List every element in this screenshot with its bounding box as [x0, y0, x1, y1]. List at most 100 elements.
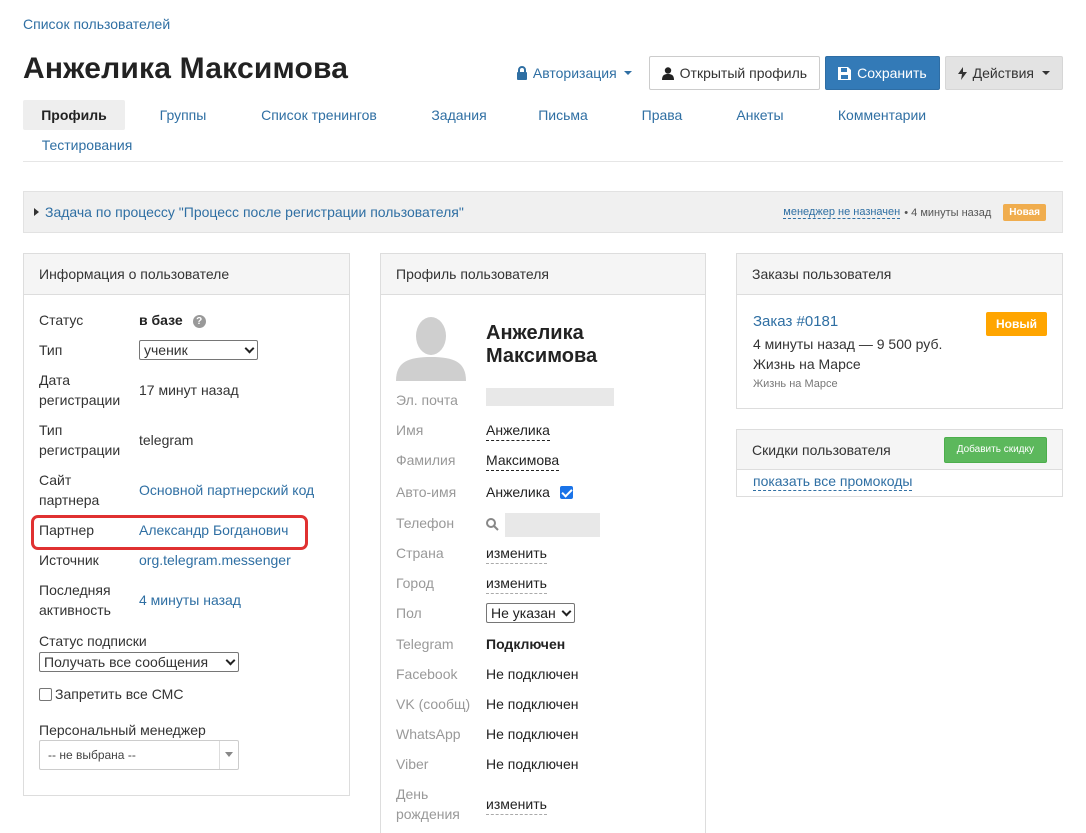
- chevron-down-icon: [225, 655, 236, 665]
- tab-profile[interactable]: Профиль: [23, 100, 125, 130]
- source-label: Источник: [39, 552, 99, 568]
- actions-dropdown-button[interactable]: Действия: [944, 56, 1063, 90]
- authorization-label: Авторизация: [532, 65, 617, 81]
- lock-icon: [516, 66, 527, 80]
- order-offer: Жизнь на Марсе: [753, 378, 838, 390]
- user-discounts-panel: Скидки пользователя Добавить скидку пока…: [736, 429, 1063, 497]
- process-task-link[interactable]: Задача по процессу "Процесс после регист…: [34, 204, 464, 220]
- email-label: Эл. почта: [396, 392, 458, 408]
- last-activity-label: Последняя активность: [39, 582, 111, 618]
- order-product: Жизнь на Марсе: [753, 356, 861, 372]
- open-profile-label: Открытый профиль: [679, 65, 808, 81]
- user-info-panel: Информация о пользователе Статус в базе?…: [23, 253, 350, 796]
- manager-select[interactable]: -- не выбрана --: [39, 740, 239, 770]
- reg-type-value: telegram: [139, 432, 194, 448]
- auto-name-value-wrap: Анжелика: [486, 482, 576, 502]
- chevron-down-icon: [219, 741, 238, 769]
- page-title: Анжелика Максимова: [23, 52, 349, 85]
- whatsapp-label: WhatsApp: [396, 726, 461, 742]
- floppy-disk-icon: [838, 66, 852, 80]
- manager-label: Персональный менеджер: [39, 722, 206, 738]
- last-activity-link[interactable]: 4 минуты назад: [139, 590, 241, 610]
- auto-name-value: Анжелика: [486, 484, 550, 500]
- birthday-edit-link[interactable]: изменить: [486, 794, 547, 815]
- subscription-label: Статус подписки: [39, 633, 147, 649]
- auto-name-label: Авто-имя: [396, 484, 457, 500]
- type-label: Тип: [39, 342, 63, 358]
- status-label: Статус: [39, 312, 84, 328]
- type-select[interactable]: ученик: [139, 340, 258, 360]
- manager-select-value: -- не выбрана --: [48, 748, 136, 762]
- facebook-status: Не подключен: [486, 666, 579, 682]
- user-icon: [661, 66, 674, 80]
- partner-link[interactable]: Александр Богданович: [139, 520, 288, 540]
- header-actions: Авторизация Открытый профиль Сохранить Д…: [516, 56, 1063, 90]
- user-info-heading: Информация о пользователе: [24, 254, 349, 295]
- avatar-placeholder-icon: [396, 312, 466, 381]
- lightning-icon: [957, 66, 967, 80]
- phone-label: Телефон: [396, 515, 455, 531]
- tab-comments[interactable]: Комментарии: [828, 100, 936, 130]
- first-name-value[interactable]: Анжелика: [486, 420, 550, 441]
- profile-name: Анжелика Максимова: [486, 322, 598, 367]
- chevron-down-icon: [623, 71, 632, 75]
- facebook-label: Facebook: [396, 666, 458, 682]
- chevron-down-icon: [244, 343, 255, 353]
- reg-type-label: Тип регистрации: [39, 422, 121, 458]
- breadcrumb-users-list[interactable]: Список пользователей: [23, 16, 170, 32]
- vk-status: Не подключен: [486, 696, 579, 712]
- phone-value-wrap: [486, 513, 600, 537]
- sms-block-checkbox-row[interactable]: Запретить все СМС: [39, 684, 183, 704]
- chevron-down-icon: [1042, 71, 1050, 75]
- task-manager-link[interactable]: менеджер не назначен: [783, 206, 901, 219]
- tab-questionnaires[interactable]: Анкеты: [723, 100, 797, 130]
- task-time: • 4 минуты назад: [904, 206, 992, 219]
- question-icon[interactable]: ?: [192, 315, 206, 328]
- partner-label: Партнер: [39, 522, 95, 538]
- chevron-down-icon: [561, 606, 572, 616]
- auto-name-checkbox[interactable]: [559, 486, 573, 499]
- email-redacted: [486, 388, 614, 406]
- task-meta: менеджер не назначен • 4 минуты назад Но…: [783, 204, 1046, 221]
- order-status-badge: Новый: [986, 312, 1047, 336]
- process-task-label: Задача по процессу "Процесс после регист…: [45, 204, 464, 220]
- tab-groups[interactable]: Группы: [143, 100, 223, 130]
- city-edit-link[interactable]: изменить: [486, 573, 547, 594]
- vk-label: VK (сообщ): [396, 696, 471, 712]
- tab-letters[interactable]: Письма: [527, 100, 599, 130]
- tab-rights[interactable]: Права: [630, 100, 694, 130]
- user-orders-heading: Заказы пользователя: [737, 254, 1062, 295]
- user-profile-heading: Профиль пользователя: [381, 254, 705, 295]
- city-label: Город: [396, 575, 434, 591]
- last-name-label: Фамилия: [396, 452, 456, 468]
- viber-label: Viber: [396, 756, 429, 772]
- caret-right-icon: [34, 208, 39, 216]
- open-profile-button[interactable]: Открытый профиль: [648, 56, 821, 90]
- process-task-bar: Задача по процессу "Процесс после регист…: [23, 191, 1063, 233]
- user-orders-panel: Заказы пользователя Заказ #0181 Новый 4 …: [736, 253, 1063, 409]
- viber-status: Не подключен: [486, 756, 579, 772]
- search-icon[interactable]: [486, 517, 499, 531]
- status-value-wrap: в базе?: [139, 310, 206, 330]
- partner-site-link[interactable]: Основной партнерский код: [139, 480, 314, 500]
- telegram-status: Подключен: [486, 636, 566, 652]
- source-link[interactable]: org.telegram.messenger: [139, 550, 291, 570]
- tab-tasks[interactable]: Задания: [419, 100, 499, 130]
- last-name-value[interactable]: Максимова: [486, 450, 560, 471]
- subscription-select[interactable]: Получать все сообщения: [39, 652, 239, 672]
- partner-site-label: Сайт партнера: [39, 472, 100, 508]
- order-meta: 4 минуты назад — 9 500 руб.: [753, 336, 943, 352]
- authorization-dropdown[interactable]: Авторизация: [516, 65, 632, 81]
- show-promocodes-link[interactable]: показать все промокоды: [753, 473, 913, 491]
- country-edit-link[interactable]: изменить: [486, 543, 547, 564]
- tab-testing[interactable]: Тестирования: [31, 130, 143, 160]
- add-discount-button[interactable]: Добавить скидку: [943, 437, 1047, 463]
- reg-date-value: 17 минут назад: [139, 382, 239, 398]
- tab-trainings[interactable]: Список тренингов: [251, 100, 387, 130]
- sms-block-checkbox[interactable]: [39, 688, 52, 701]
- save-button[interactable]: Сохранить: [825, 56, 940, 90]
- task-status-badge: Новая: [1003, 204, 1046, 221]
- order-link[interactable]: Заказ #0181: [753, 312, 838, 332]
- country-label: Страна: [396, 545, 444, 561]
- gender-select[interactable]: Не указан: [486, 603, 575, 623]
